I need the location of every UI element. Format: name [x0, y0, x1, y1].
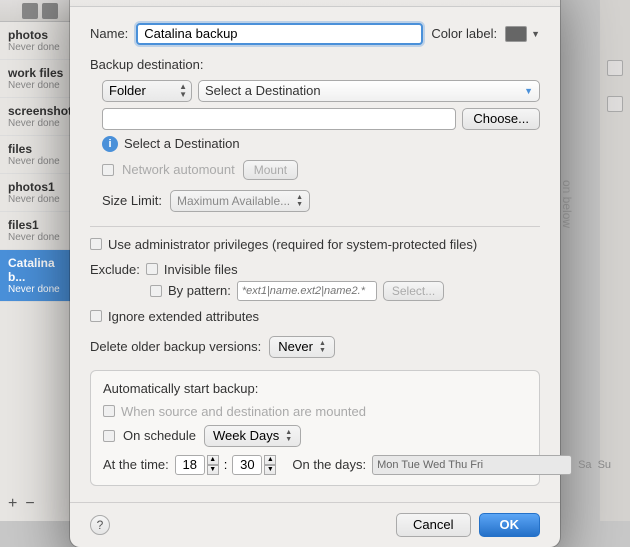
modal-body: Name: Color label: ▼ Backup destination:… — [70, 7, 560, 502]
invisible-files-label: Invisible files — [164, 262, 238, 277]
network-row: Network automount Mount — [102, 160, 540, 180]
invisible-files-checkbox[interactable] — [146, 263, 158, 275]
delete-row: Delete older backup versions: Never ▲ ▼ — [90, 336, 540, 358]
schedule-dropdown[interactable]: Week Days ▲ ▼ — [204, 425, 301, 447]
delete-versions-dropdown[interactable]: Never ▲ ▼ — [269, 336, 335, 358]
destination-dropdown[interactable]: Select a Destination ▼ — [198, 80, 540, 102]
destination-select-text: Select a Destination — [205, 83, 321, 98]
ok-button[interactable]: OK — [479, 513, 541, 537]
folder-type-dropdown[interactable]: Folder ▲ ▼ — [102, 80, 192, 102]
backup-dest-label: Backup destination: — [90, 57, 540, 72]
footer-buttons: Cancel OK — [396, 513, 540, 537]
delete-label: Delete older backup versions: — [90, 339, 261, 354]
days-input[interactable]: Mon Tue Wed Thu Fri — [372, 455, 572, 475]
cancel-button[interactable]: Cancel — [396, 513, 470, 537]
exclude-row: Exclude: Invisible files — [90, 262, 540, 277]
minute-up[interactable]: ▲ — [264, 455, 276, 465]
color-label: Color label: — [431, 26, 497, 41]
auto-backup-title: Automatically start backup: — [103, 381, 527, 396]
size-limit-label: Size Limit: — [102, 193, 162, 208]
saturday-label: Sa — [578, 459, 591, 471]
help-button[interactable]: ? — [90, 515, 110, 535]
hour-up[interactable]: ▲ — [207, 455, 219, 465]
pattern-row: By pattern: Select... — [150, 281, 540, 301]
ignore-row: Ignore extended attributes — [90, 309, 540, 324]
delete-stepper: ▲ ▼ — [319, 340, 326, 354]
by-pattern-checkbox[interactable] — [150, 285, 162, 297]
path-input-row: Choose... — [102, 108, 540, 130]
destination-type-row: Folder ▲ ▼ Select a Destination ▼ — [102, 80, 540, 102]
mount-button[interactable]: Mount — [243, 160, 298, 180]
exclude-section: Exclude: Invisible files By pattern: Sel… — [90, 262, 540, 301]
when-mounted-row: When source and destination are mounted — [103, 404, 527, 419]
admin-row: Use administrator privileges (required f… — [90, 237, 540, 252]
ignore-label: Ignore extended attributes — [108, 309, 259, 324]
choose-button[interactable]: Choose... — [462, 108, 540, 130]
name-row: Name: Color label: ▼ — [90, 23, 540, 45]
time-input: ▲ ▼ : ▲ ▼ — [175, 455, 277, 475]
hour-down[interactable]: ▼ — [207, 465, 219, 475]
size-limit-row: Size Limit: Maximum Available... ▲ ▼ — [102, 190, 540, 212]
minute-stepper[interactable]: ▲ ▼ — [264, 455, 276, 475]
network-automount-checkbox[interactable] — [102, 164, 114, 176]
hour-stepper[interactable]: ▲ ▼ — [207, 455, 219, 475]
on-days-label: On the days: — [292, 457, 366, 472]
path-input[interactable] — [102, 108, 456, 130]
minute-field[interactable] — [232, 455, 262, 475]
days-section: On the days: Mon Tue Wed Thu Fri Sa Su — [292, 455, 611, 475]
select-pattern-button[interactable]: Select... — [383, 281, 444, 301]
schedule-value: Week Days — [213, 428, 279, 443]
exclude-label: Exclude: — [90, 262, 140, 277]
time-section: At the time: ▲ ▼ : ▲ ▼ — [103, 455, 276, 475]
color-dropdown-arrow: ▼ — [531, 29, 540, 39]
schedule-stepper: ▲ ▼ — [285, 429, 292, 443]
color-swatch — [505, 26, 527, 42]
folder-stepper: ▲ ▼ — [179, 83, 187, 99]
ignore-extended-checkbox[interactable] — [90, 310, 102, 322]
hour-field[interactable] — [175, 455, 205, 475]
pattern-input[interactable] — [237, 281, 377, 301]
when-mounted-checkbox[interactable] — [103, 405, 115, 417]
schedule-row: On schedule Week Days ▲ ▼ — [103, 425, 527, 447]
info-text: Select a Destination — [124, 136, 240, 151]
network-label: Network automount — [122, 162, 235, 177]
size-limit-dropdown[interactable]: Maximum Available... ▲ ▼ — [170, 190, 310, 212]
name-label: Name: — [90, 26, 128, 41]
minute-down[interactable]: ▼ — [264, 465, 276, 475]
admin-checkbox[interactable] — [90, 238, 102, 250]
by-pattern-label: By pattern: — [168, 283, 231, 298]
at-time-label: At the time: — [103, 457, 169, 472]
divider-1 — [90, 226, 540, 227]
modal-titlebar: Backup: Catalina backup — [70, 0, 560, 7]
auto-backup-section: Automatically start backup: When source … — [90, 370, 540, 486]
folder-option-label: Folder — [109, 83, 146, 98]
size-limit-value: Maximum Available... — [177, 194, 290, 208]
on-schedule-label: On schedule — [123, 428, 196, 443]
delete-value: Never — [278, 339, 313, 354]
name-input[interactable] — [136, 23, 423, 45]
size-limit-stepper: ▲ ▼ — [296, 194, 303, 208]
time-separator: : — [224, 457, 228, 472]
time-days-row: At the time: ▲ ▼ : ▲ ▼ — [103, 455, 527, 475]
when-mounted-label: When source and destination are mounted — [121, 404, 366, 419]
modal-overlay: Backup: Catalina backup Name: Color labe… — [0, 0, 630, 521]
days-display: Mon Tue Wed Thu Fri — [377, 459, 483, 471]
sunday-label: Su — [598, 459, 611, 471]
destination-section: Folder ▲ ▼ Select a Destination ▼ Choose — [102, 80, 540, 212]
destination-arrow-icon: ▼ — [524, 86, 533, 96]
admin-label: Use administrator privileges (required f… — [108, 237, 477, 252]
color-label-picker[interactable]: ▼ — [505, 26, 540, 42]
info-icon: i — [102, 136, 118, 152]
info-row: i Select a Destination — [102, 136, 540, 152]
modal-window: Backup: Catalina backup Name: Color labe… — [70, 0, 560, 547]
modal-footer: ? Cancel OK — [70, 502, 560, 547]
on-schedule-checkbox[interactable] — [103, 430, 115, 442]
